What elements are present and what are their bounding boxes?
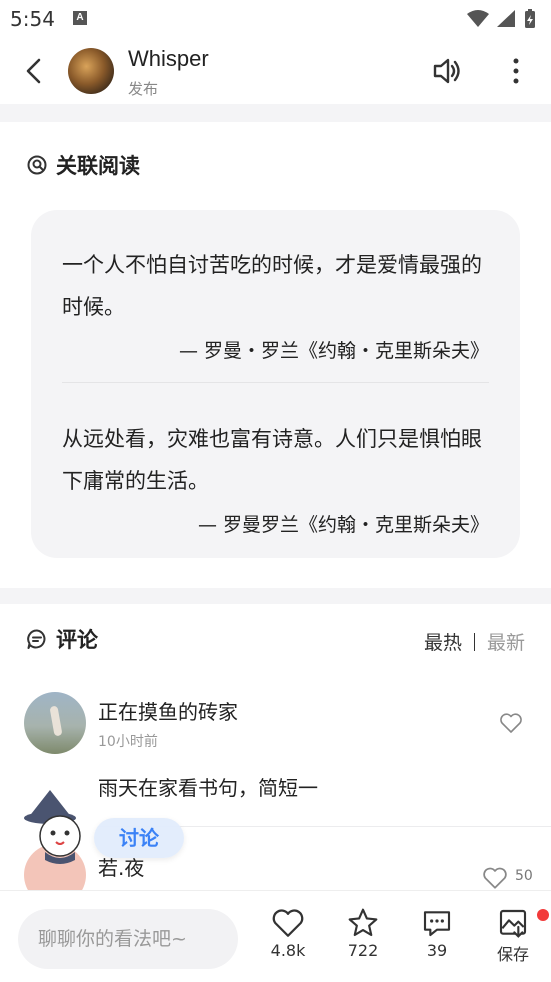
star-icon	[348, 908, 378, 937]
speaker-button[interactable]	[431, 55, 463, 91]
notification-icon: A	[73, 11, 87, 25]
more-options-button[interactable]	[503, 55, 529, 91]
comment-like-count: 50	[515, 868, 533, 884]
comment-count: 39	[426, 941, 448, 960]
commenter-name[interactable]: 正在摸鱼的砖家	[98, 696, 238, 725]
system-icons	[465, 8, 541, 34]
comment-like-button[interactable]	[499, 712, 523, 738]
chat-icon	[423, 911, 451, 937]
comment-input[interactable]: 聊聊你的看法吧~	[18, 909, 238, 969]
post-subtitle: 发布	[128, 80, 159, 98]
like-count: 4.8k	[270, 941, 306, 960]
quote-divider	[62, 382, 489, 383]
heart-icon	[272, 909, 304, 937]
sort-divider	[473, 633, 475, 651]
discuss-button[interactable]: 讨论	[94, 818, 184, 858]
heart-icon	[500, 713, 522, 733]
comment-text: 雨天在家看书句，简短一	[98, 776, 318, 800]
comments-label: 评论	[56, 628, 98, 652]
save-image-icon	[499, 909, 527, 938]
bottom-action-bar: 聊聊你的看法吧~ 4.8k 722 39 保存	[0, 890, 551, 982]
quote-author: — 罗曼罗兰《约翰・克里斯朵夫》	[197, 514, 489, 536]
heart-icon	[483, 867, 507, 889]
notification-badge	[537, 909, 549, 921]
related-reading-title: 关联阅读	[26, 150, 140, 180]
back-arrow-icon	[26, 58, 41, 84]
wizard-mascot-icon	[24, 790, 81, 864]
wifi-signal-battery-icon	[467, 9, 535, 28]
save-label: 保存	[496, 945, 529, 964]
favorite-button[interactable]: 722	[333, 907, 393, 960]
more-vertical-icon	[513, 58, 519, 84]
author-name[interactable]: Whisper	[128, 46, 209, 72]
speaker-icon	[433, 58, 460, 84]
related-reading-icon	[27, 155, 47, 175]
sort-new-tab[interactable]: 最新	[487, 632, 525, 654]
comment-bubble-icon	[27, 629, 46, 649]
author-avatar[interactable]	[68, 48, 114, 94]
back-button[interactable]	[20, 56, 50, 86]
comments-title: 评论	[26, 624, 98, 654]
related-reading-label: 关联阅读	[56, 154, 140, 178]
status-bar: 5:54 A	[0, 0, 551, 38]
post-header: Whisper 发布	[0, 38, 551, 104]
comment-sort: 最热 最新	[424, 628, 525, 655]
favorite-count: 722	[347, 941, 379, 960]
mascot-icon[interactable]	[20, 788, 100, 868]
quote-author: — 罗曼・罗兰《约翰・克里斯朵夫》	[178, 340, 489, 362]
status-time: 5:54	[10, 7, 55, 31]
like-button[interactable]: 4.8k	[258, 907, 318, 960]
quote-text: 从远处看，灾难也富有诗意。人们只是惧怕眼下庸常的生活。	[62, 427, 482, 493]
comment-time: 10小时前	[98, 734, 158, 750]
sort-hot-tab[interactable]: 最热	[424, 632, 462, 654]
save-button[interactable]: 保存	[483, 907, 543, 965]
comments-button[interactable]: 39	[407, 907, 467, 960]
related-reading-section: 关联阅读 一个人不怕自讨苦吃的时候，才是爱情最强的时候。 — 罗曼・罗兰《约翰・…	[0, 122, 551, 588]
commenter-avatar[interactable]	[24, 692, 86, 754]
quote-text: 一个人不怕自讨苦吃的时候，才是爱情最强的时候。	[62, 253, 482, 319]
quote-card[interactable]: 一个人不怕自讨苦吃的时候，才是爱情最强的时候。 — 罗曼・罗兰《约翰・克里斯朵夫…	[31, 210, 520, 558]
